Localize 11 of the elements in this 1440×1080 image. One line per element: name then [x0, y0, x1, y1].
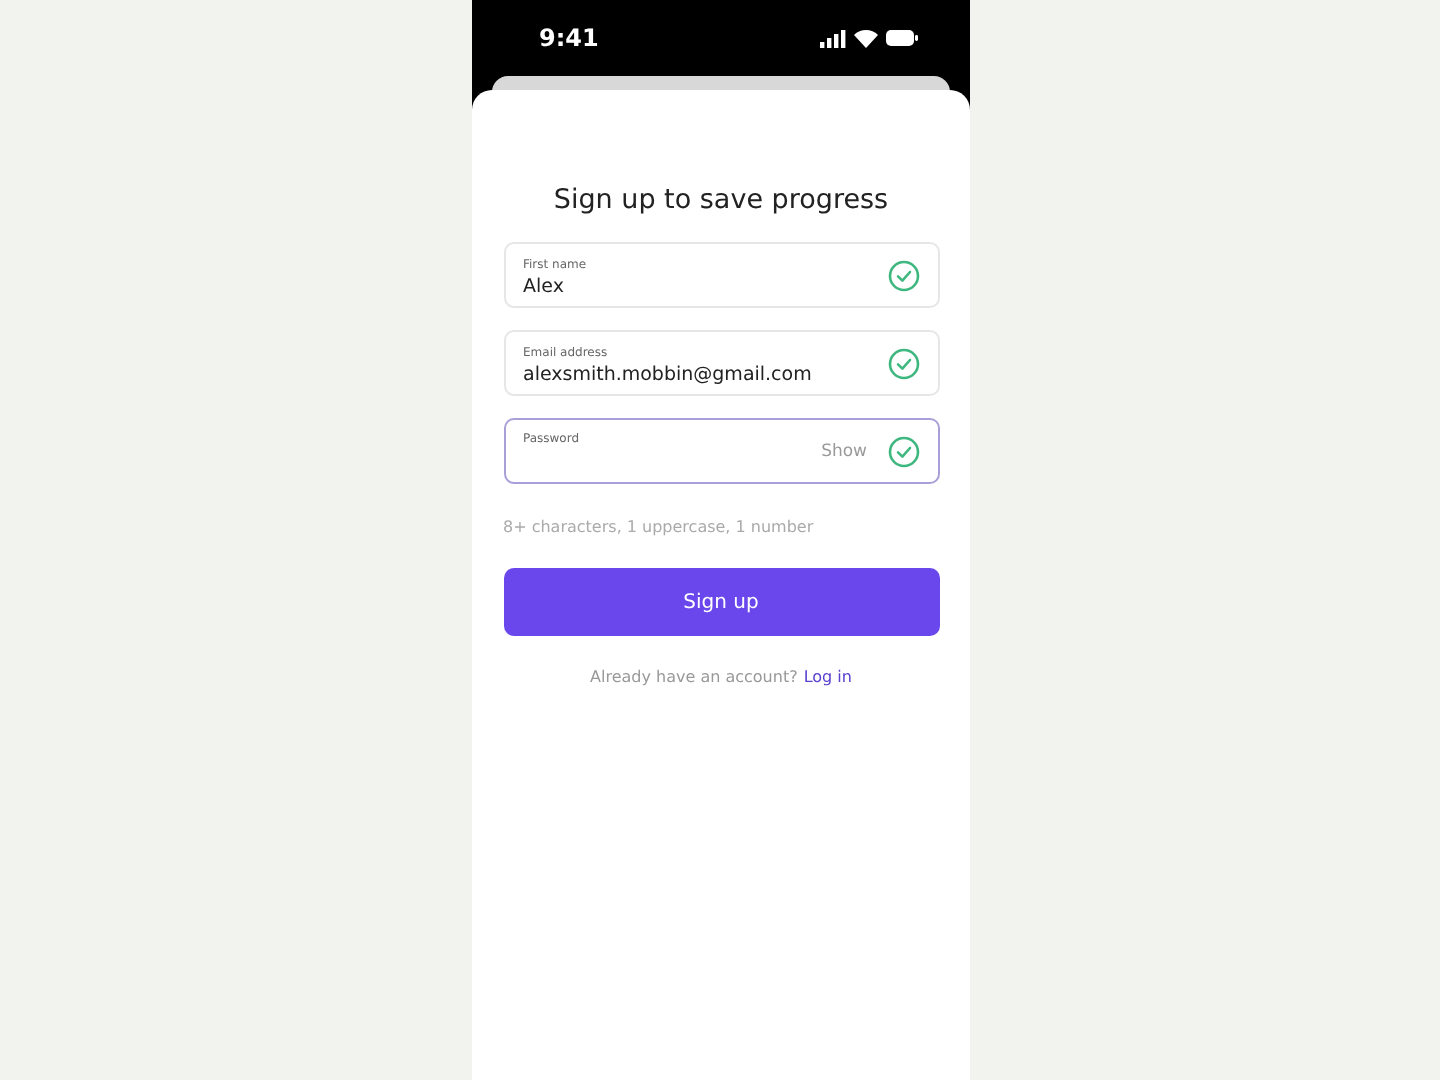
sheet-title: Sign up to save progress — [551, 184, 891, 216]
field-value: Alex — [523, 275, 566, 297]
field-value: alexsmith.mobbin@gmail.com — [523, 363, 814, 385]
signal-icon — [819, 29, 845, 47]
log-in-link[interactable]: Log in — [803, 668, 852, 686]
password-hint: 8+ characters, 1 uppercase, 1 number — [503, 518, 816, 536]
sign-up-button[interactable]: Sign up — [503, 568, 939, 636]
battery-icon — [885, 30, 917, 46]
clock-time: 9:41 — [539, 24, 599, 52]
footer-text: Already have an account? — [590, 668, 798, 686]
wifi-icon — [853, 29, 877, 47]
